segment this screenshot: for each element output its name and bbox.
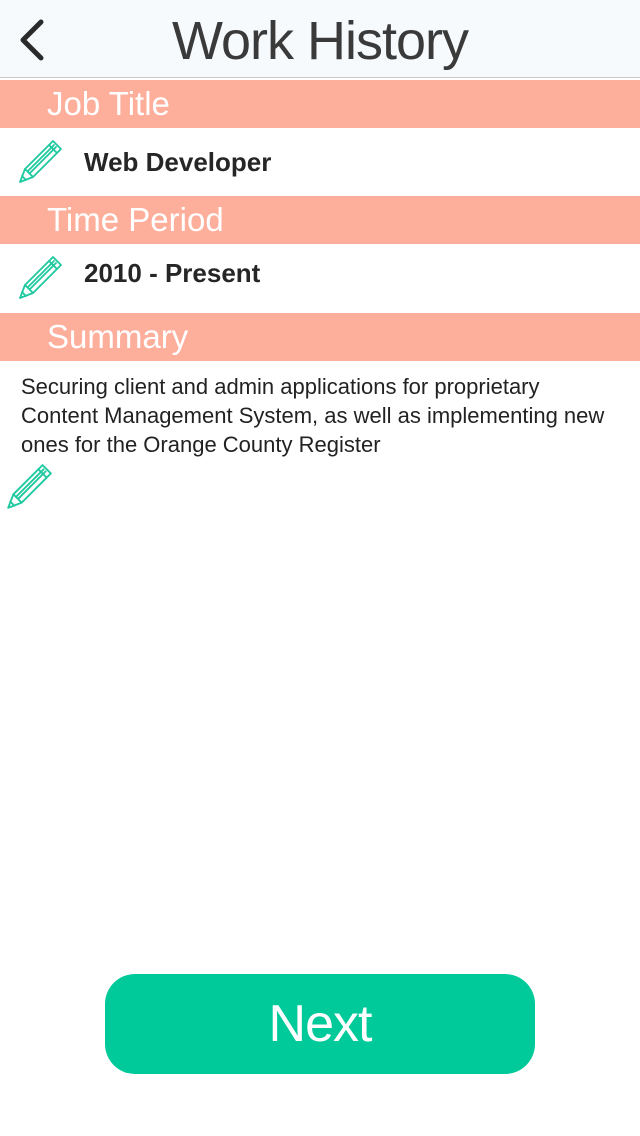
pencil-icon[interactable] [4,462,54,512]
job-title-row[interactable]: Web Developer [0,128,640,196]
pencil-icon[interactable] [16,138,64,186]
summary-text[interactable]: Securing client and admin applications f… [21,372,621,459]
page-title: Work History [171,11,469,71]
job-title-header: Job Title [0,80,640,128]
next-button-label: Next [268,995,373,1053]
summary-header: Summary [0,313,640,361]
work-history-screen: Work History Job Title Web Developer Tim… [0,0,640,1136]
time-period-row[interactable]: 2010 - Present [0,244,640,312]
pencil-icon[interactable] [16,254,64,302]
job-title-value: Web Developer [84,147,272,177]
time-period-value: 2010 - Present [84,258,261,288]
time-period-header: Time Period [0,196,640,244]
navigation-bar: Work History [0,0,640,78]
next-button[interactable]: Next [105,974,535,1074]
